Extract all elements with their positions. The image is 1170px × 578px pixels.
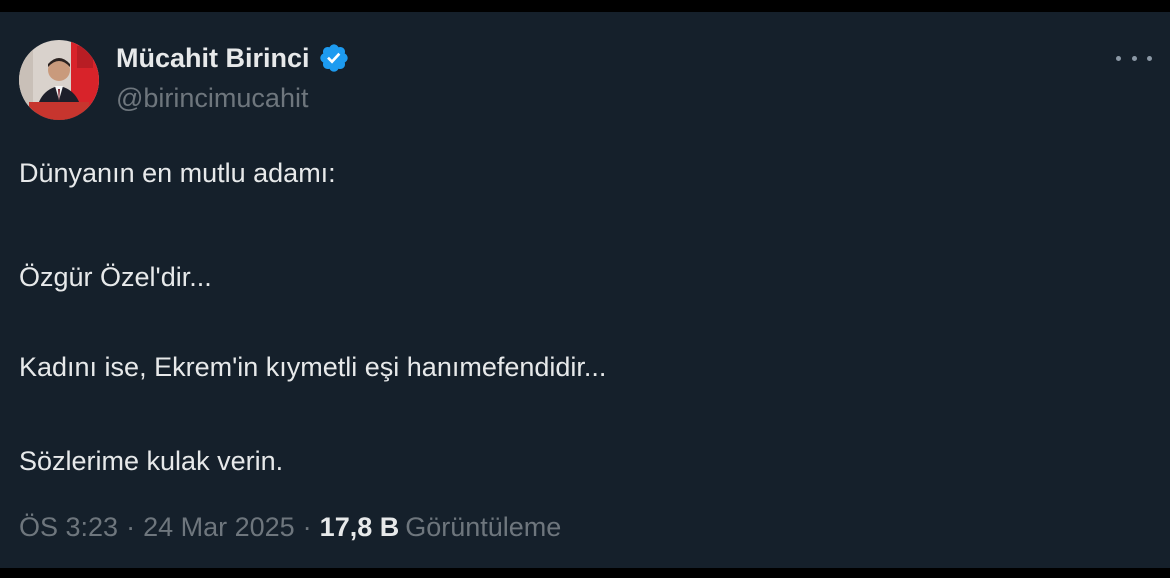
verified-badge-icon: [318, 42, 350, 74]
author-name-text: Mücahit Birinci: [116, 42, 310, 73]
tweet-text-line: Dünyanın en mutlu adamı:: [19, 158, 336, 188]
more-dot: [1116, 55, 1121, 61]
more-dot: [1131, 55, 1137, 61]
meta-separator: ·: [302, 512, 312, 542]
tweet-time[interactable]: ÖS 3:23: [19, 512, 118, 543]
author-name[interactable]: Mücahit Birinci: [116, 42, 350, 74]
tweet-meta: ÖS 3:23 · 24 Mar 2025 · 17,8 B Görüntüle…: [19, 512, 561, 543]
profile-photo-icon: [19, 40, 99, 120]
views-label: Görüntüleme: [405, 512, 562, 542]
more-options-icon[interactable]: [1116, 46, 1152, 70]
tweet-text-line: Sözlerime kulak verin.: [19, 446, 284, 476]
tweet-text-line: Kadını ise, Ekrem'in kıymetli eşi hanıme…: [19, 352, 607, 382]
more-dot: [1147, 55, 1152, 61]
tweet-text-line: Özgür Özel'dir...: [19, 262, 212, 292]
avatar[interactable]: [19, 40, 99, 120]
tweet-card: Mücahit Birinci @birincimucahit Dünyanın…: [0, 12, 1170, 568]
meta-separator: ·: [126, 512, 136, 542]
tweet-date[interactable]: 24 Mar 2025: [143, 512, 295, 543]
views-count: 17,8 B: [319, 512, 400, 542]
author-handle[interactable]: @birincimucahit: [116, 83, 308, 114]
